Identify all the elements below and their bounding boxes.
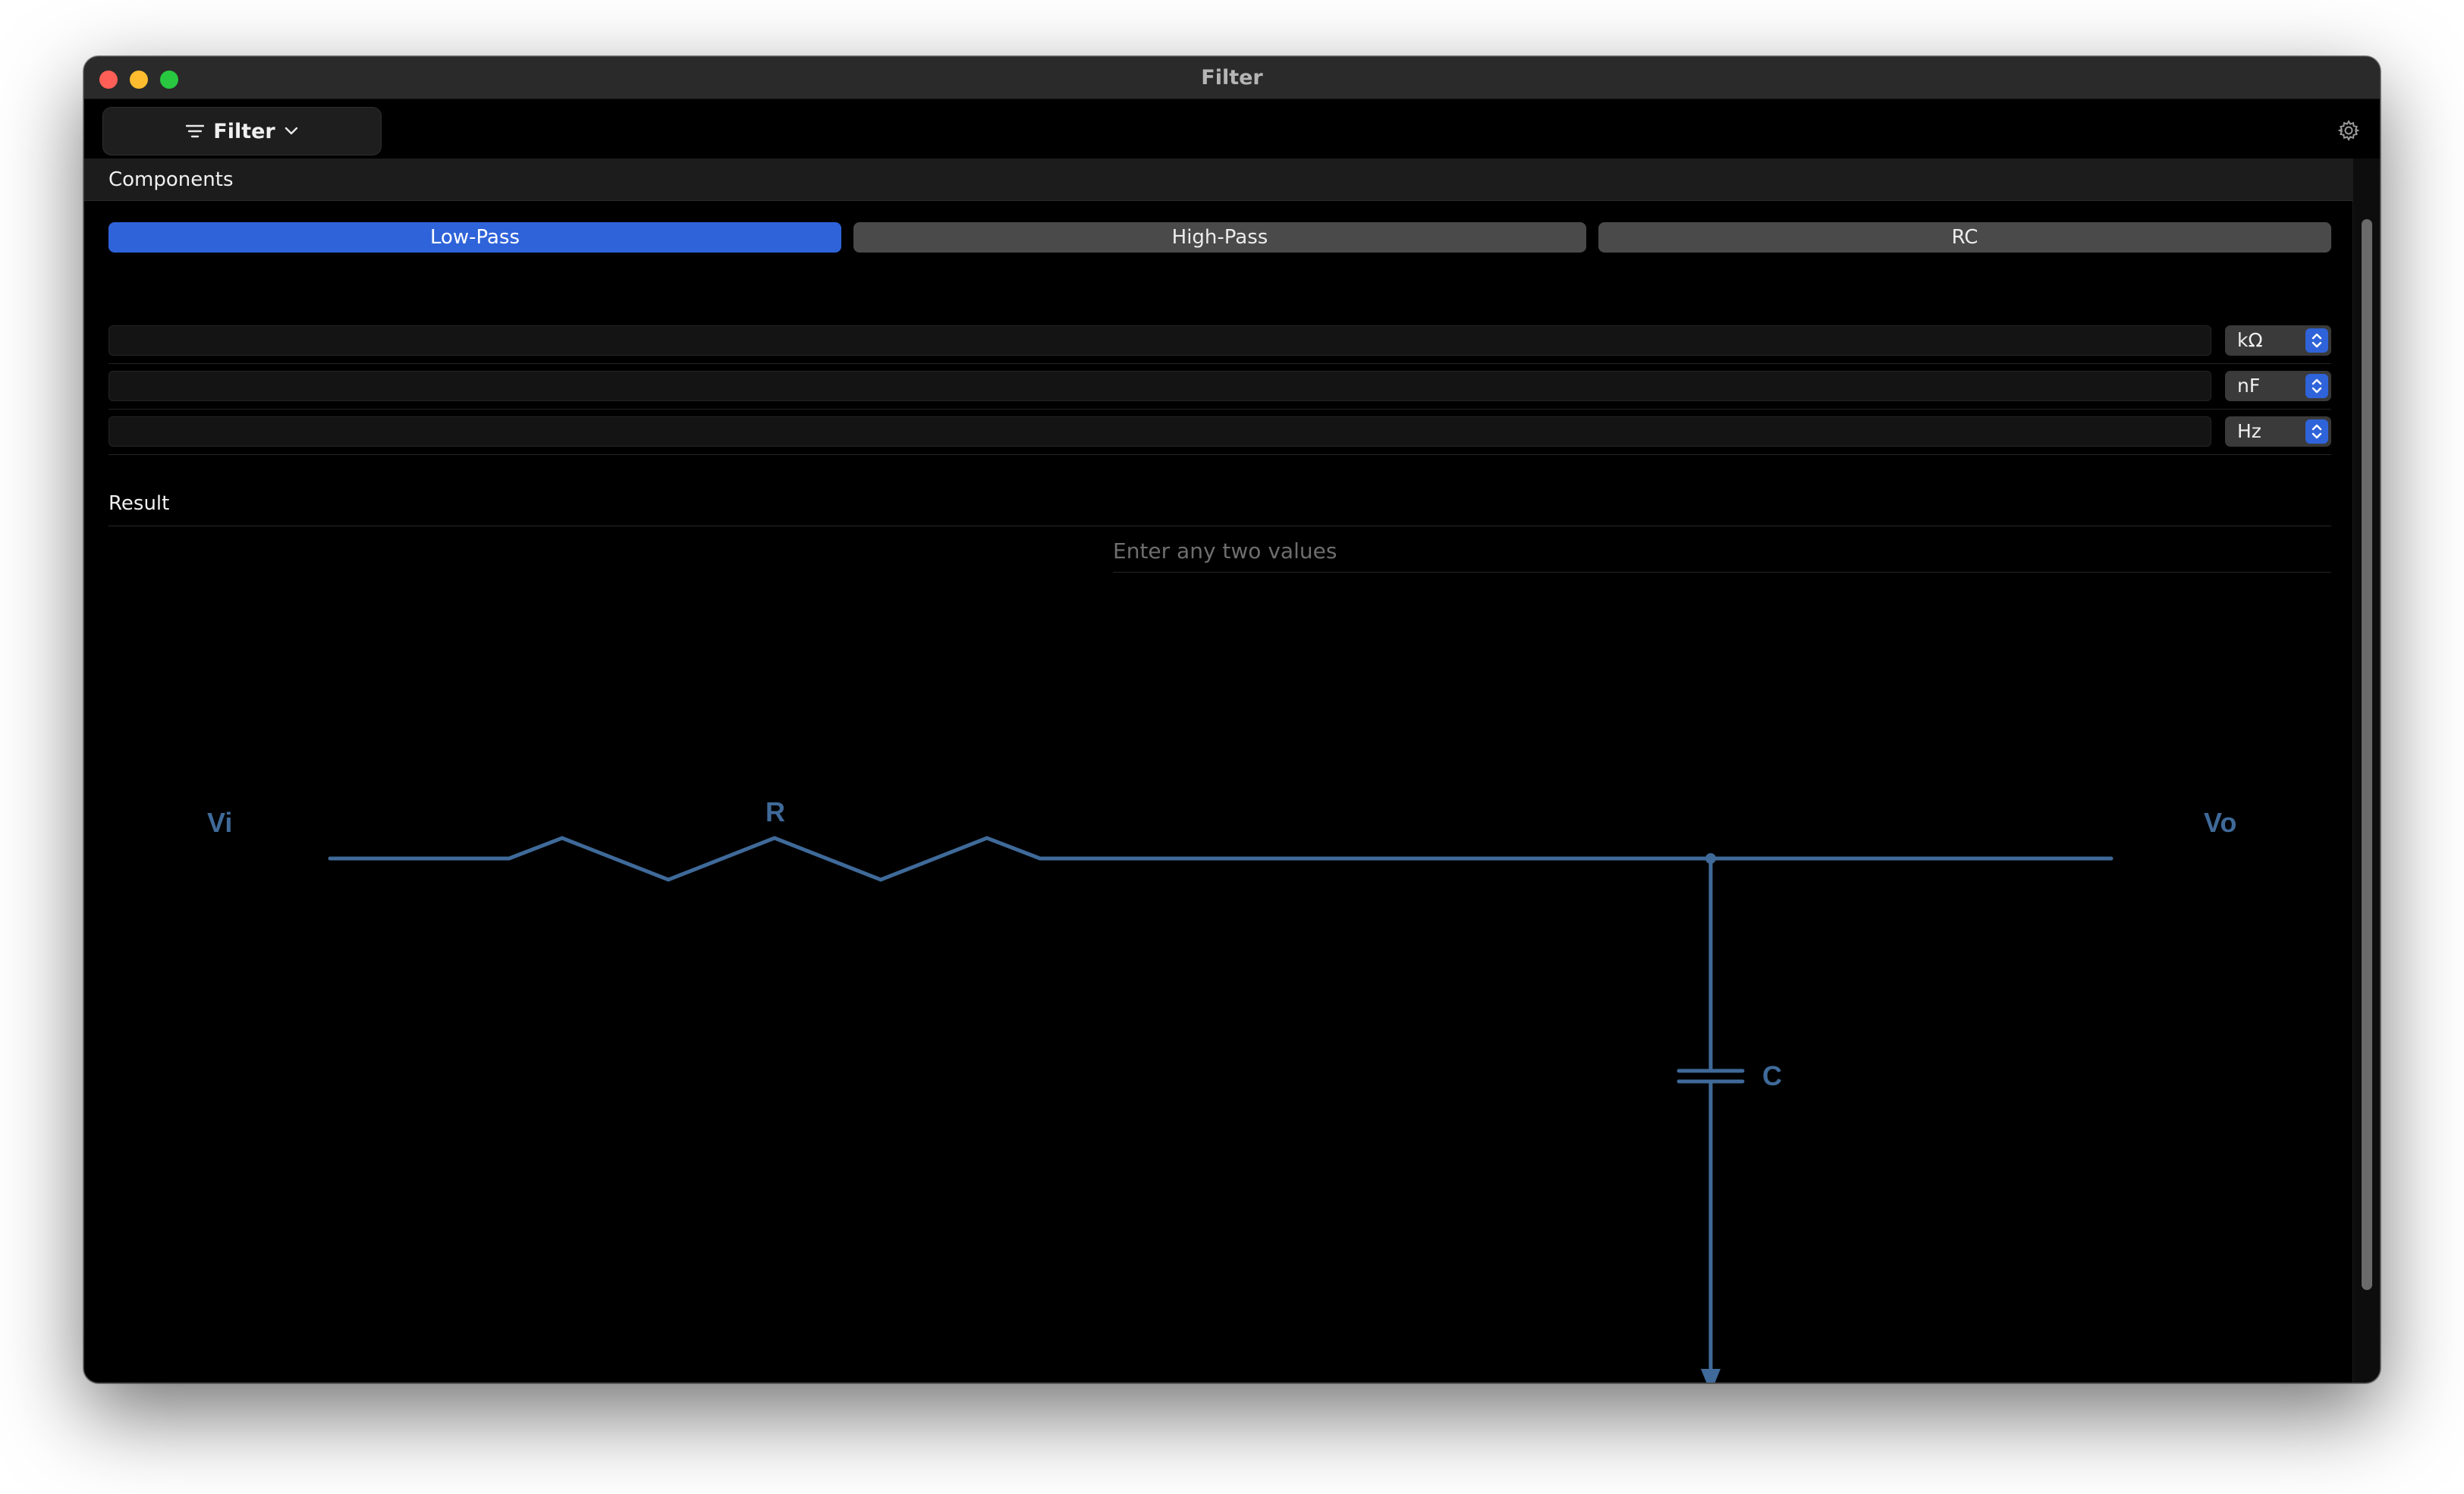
capacitor-label: C	[1762, 1060, 1782, 1091]
chevron-down-icon	[284, 127, 298, 136]
filter-menu-label: Filter	[213, 119, 275, 143]
filter-lines-icon	[186, 124, 205, 138]
app-window: Filter Filter Components Low-Pass High-P…	[83, 56, 2381, 1383]
scrollbar-thumb[interactable]	[2362, 219, 2372, 1290]
junction-node	[1705, 853, 1716, 864]
vertical-scrollbar[interactable]	[2352, 159, 2380, 1383]
title-bar: Filter	[84, 57, 2380, 99]
output-voltage-label: Vo	[2204, 807, 2236, 838]
window-title: Filter	[1201, 66, 1263, 89]
filter-menu-button[interactable]: Filter	[102, 107, 382, 155]
main-content: Components Low-Pass High-Pass RC kΩ nF H…	[84, 159, 2352, 1383]
low-pass-circuit-diagram: Vi Vo R C	[207, 796, 2236, 1383]
input-voltage-label: Vi	[207, 807, 232, 838]
gear-icon[interactable]	[2337, 119, 2360, 142]
toolbar: Filter	[84, 99, 2380, 159]
resistor-zigzag	[507, 836, 1042, 882]
ground-arrow-icon	[1701, 1369, 1721, 1383]
resistor-label: R	[765, 796, 785, 827]
